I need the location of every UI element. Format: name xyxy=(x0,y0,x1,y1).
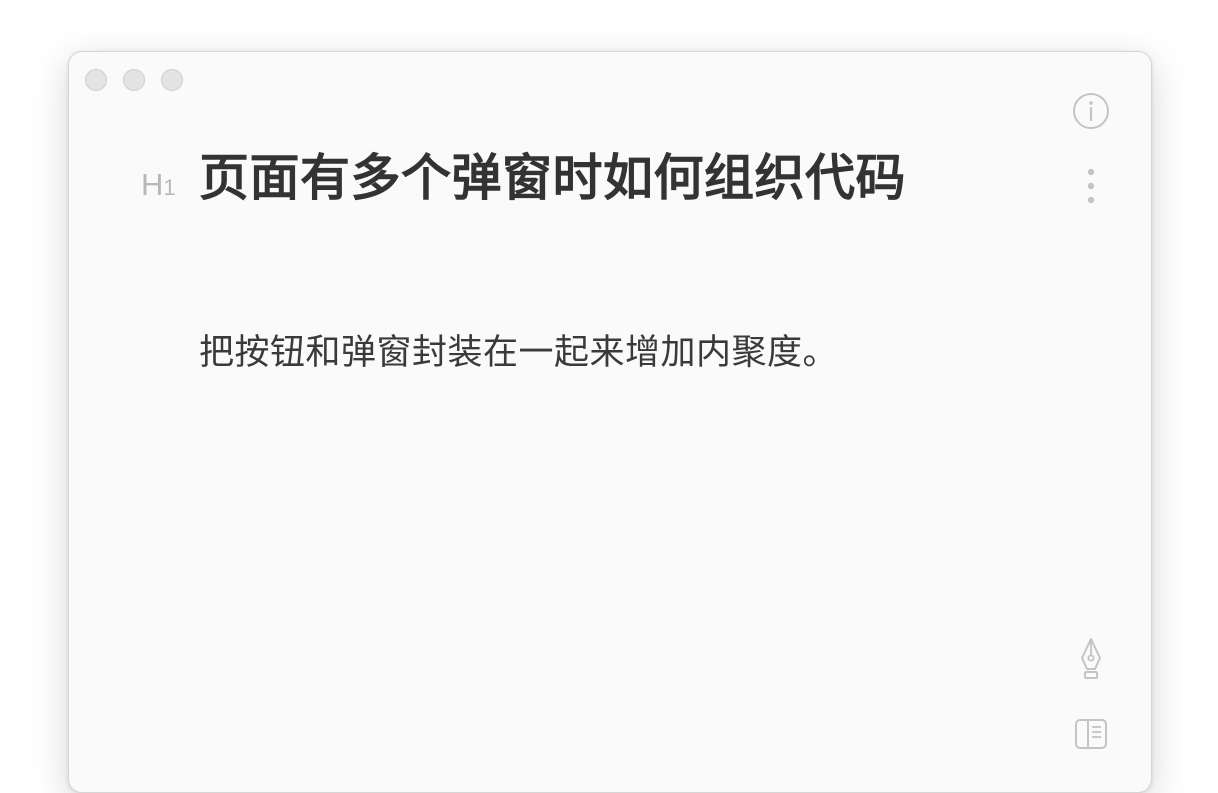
heading-level-marker[interactable]: H1 xyxy=(141,169,199,200)
body-paragraph[interactable]: 把按钮和弹窗封装在一起来增加内聚度。 xyxy=(199,324,838,375)
traffic-lights xyxy=(85,69,183,91)
document-title[interactable]: 页面有多个弹窗时如何组织代码 xyxy=(199,148,906,208)
heading-marker-letter: H xyxy=(141,167,164,202)
heading-marker-level: 1 xyxy=(163,175,176,200)
minimize-button[interactable] xyxy=(123,69,145,91)
zoom-button[interactable] xyxy=(161,69,183,91)
close-button[interactable] xyxy=(85,69,107,91)
sidebar-icon[interactable] xyxy=(1073,716,1109,752)
editor-window: H1 页面有多个弹窗时如何组织代码 把按钮和弹窗封装在一起来增加内聚度。 xyxy=(68,51,1152,793)
pen-icon[interactable] xyxy=(1075,634,1107,684)
heading-row: H1 页面有多个弹窗时如何组织代码 xyxy=(141,148,906,208)
more-icon[interactable] xyxy=(1079,164,1103,208)
info-icon[interactable] xyxy=(1071,91,1111,131)
